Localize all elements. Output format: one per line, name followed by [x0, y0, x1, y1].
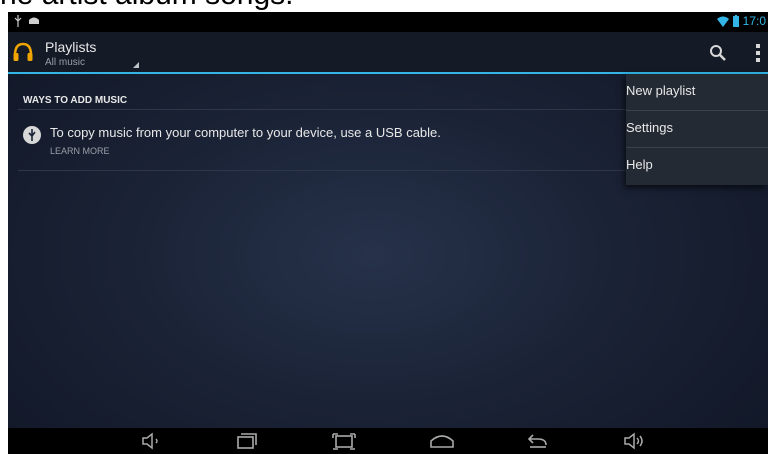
caption-text: he artist album songs. [0, 0, 293, 12]
action-bar-title[interactable]: Playlists [45, 39, 96, 55]
menu-item-settings[interactable]: Settings [626, 111, 768, 147]
status-clock: 17:0 [742, 14, 766, 28]
menu-item-help[interactable]: Help [626, 148, 768, 184]
status-bar: 17:0 [8, 12, 768, 32]
caption-strip: he artist album songs. [0, 0, 768, 12]
section-header: WAYS TO ADD MUSIC [23, 95, 128, 106]
recent-apps-icon[interactable] [233, 431, 261, 451]
volume-down-icon[interactable] [138, 431, 166, 451]
device-screen: 17:0 Playlists All music WAYS TO ADD MUS… [8, 12, 768, 454]
screenshot-icon[interactable] [330, 431, 358, 451]
android-icon [29, 17, 39, 24]
menu-item-label: New playlist [626, 83, 696, 98]
overflow-menu: New playlist Settings Help [626, 74, 768, 185]
action-bar: Playlists All music [8, 32, 768, 74]
section-divider [18, 109, 626, 110]
headphones-icon[interactable] [12, 41, 34, 63]
wifi-icon [716, 16, 729, 27]
volume-up-icon[interactable] [621, 431, 649, 451]
learn-more-link[interactable]: LEARN MORE [50, 146, 110, 156]
menu-item-label: Settings [626, 120, 673, 135]
overflow-menu-icon[interactable] [753, 42, 763, 64]
battery-icon [732, 15, 739, 27]
back-icon[interactable] [524, 431, 552, 451]
navigation-bar [8, 428, 768, 454]
usb-instruction-text: To copy music from your computer to your… [50, 125, 441, 140]
usb-icon [14, 15, 22, 27]
menu-item-new-playlist[interactable]: New playlist [626, 74, 768, 110]
menu-item-label: Help [626, 157, 653, 172]
spinner-indicator[interactable] [133, 62, 139, 68]
search-icon[interactable] [708, 43, 728, 63]
action-bar-subtitle[interactable]: All music [45, 57, 85, 68]
usb-icon [23, 126, 41, 144]
home-icon[interactable] [428, 431, 456, 451]
